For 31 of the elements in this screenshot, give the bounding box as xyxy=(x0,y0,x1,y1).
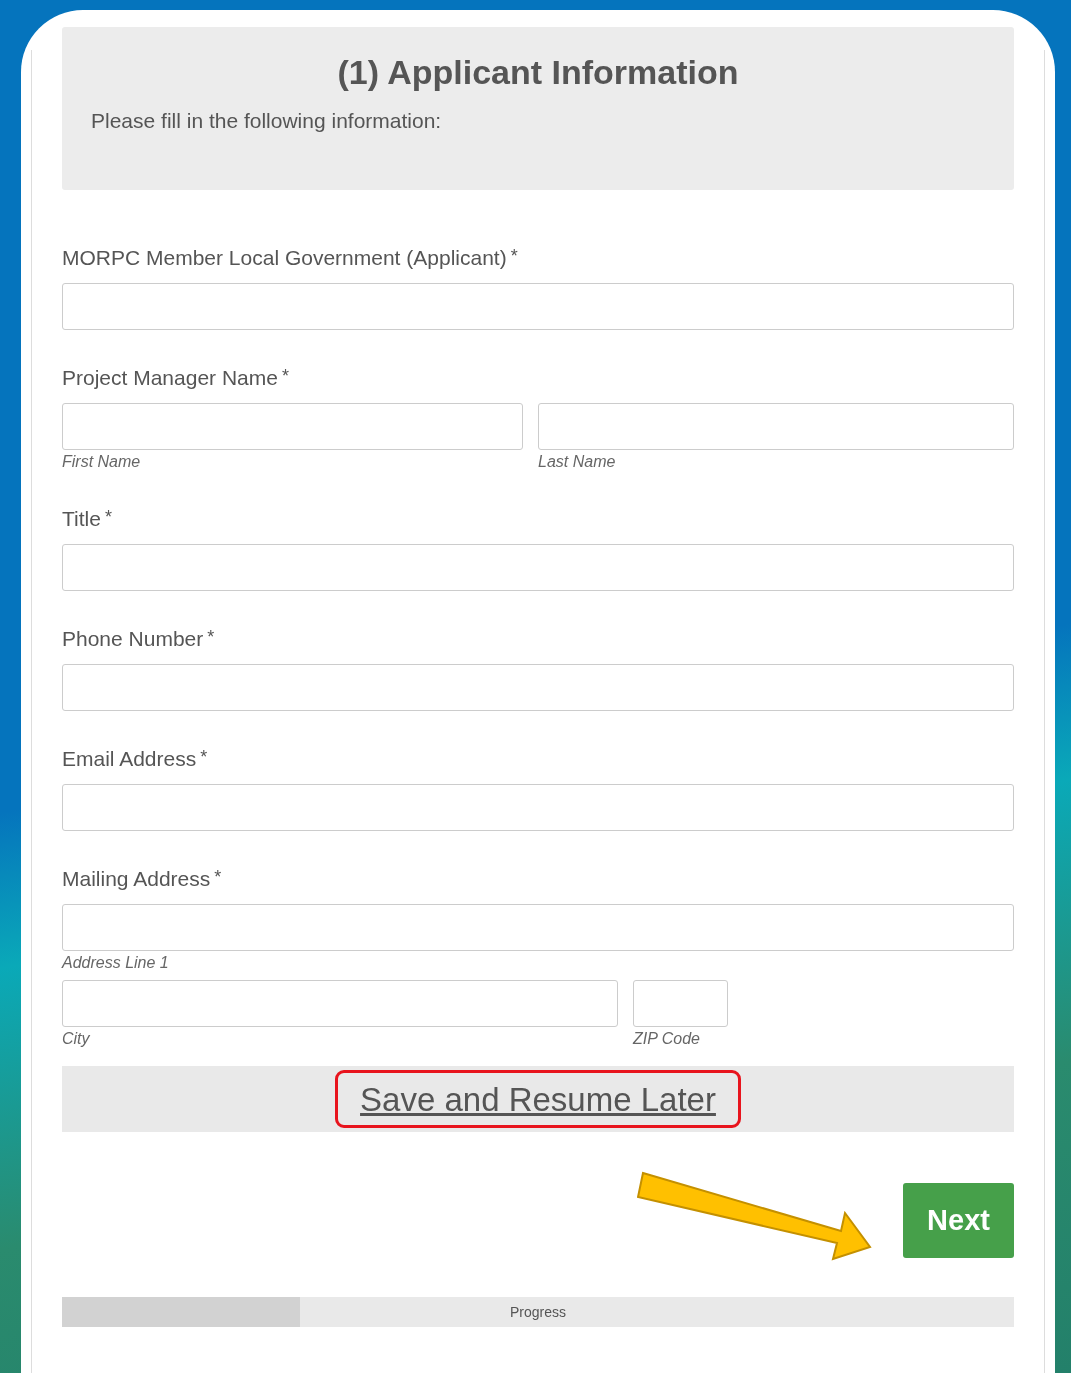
field-label: Title xyxy=(62,507,101,531)
input-field[interactable] xyxy=(62,283,1014,330)
required-asterisk: * xyxy=(214,867,222,887)
required-asterisk: * xyxy=(200,747,208,767)
section-title: (1) Applicant Information xyxy=(336,53,740,92)
required-asterisk: * xyxy=(207,627,215,647)
input-field[interactable] xyxy=(62,544,1014,591)
input-field[interactable] xyxy=(633,980,728,1027)
field-label: MORPC Member Local Government (Applicant) xyxy=(62,246,507,270)
field-hint: Last Name xyxy=(538,453,616,471)
input-field[interactable] xyxy=(62,904,1014,951)
input-field[interactable] xyxy=(62,784,1014,831)
field-hint: First Name xyxy=(62,453,141,471)
required-asterisk: * xyxy=(281,366,289,386)
save-link[interactable]: Save and Resume Later xyxy=(335,1070,741,1128)
input-field[interactable] xyxy=(62,664,1014,711)
field-hint: Address Line 1 xyxy=(62,954,169,972)
progress-label: Progress xyxy=(510,1304,566,1320)
field-label: Mailing Address xyxy=(62,867,211,891)
field-label: Project Manager Name xyxy=(62,366,278,390)
required-asterisk: * xyxy=(104,507,112,527)
field-label: Phone Number xyxy=(62,627,204,651)
field-hint: ZIP Code xyxy=(633,1030,700,1048)
next-button[interactable]: Next xyxy=(903,1182,1014,1258)
intro-text: Please fill in the following information: xyxy=(91,109,442,133)
input-field[interactable] xyxy=(62,980,618,1027)
field-label: Email Address xyxy=(62,747,197,771)
field-hint: City xyxy=(62,1030,90,1048)
input-field[interactable] xyxy=(62,403,523,450)
input-field[interactable] xyxy=(538,403,1014,450)
required-asterisk: * xyxy=(510,246,518,266)
